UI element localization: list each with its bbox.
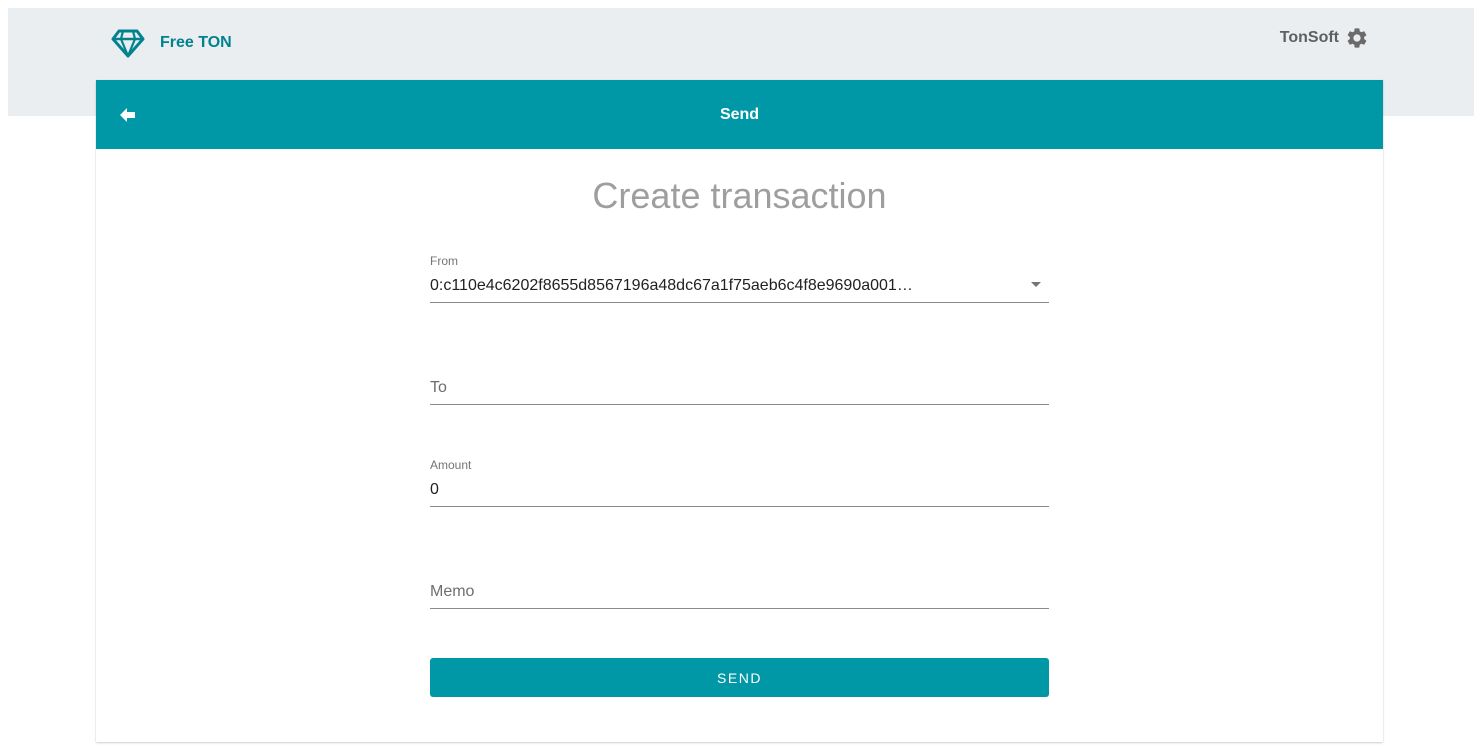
to-field[interactable]: To [430,356,1049,405]
send-card: Send Create transaction From 0:c110e4c62… [96,80,1383,742]
from-value: 0:c110e4c6202f8655d8567196a48dc67a1f75ae… [430,277,913,294]
brand-name: Free TON [160,34,232,51]
memo-placeholder: Memo [430,583,475,600]
amount-label: Amount [430,458,472,472]
amount-value: 0 [430,481,439,498]
memo-field[interactable]: Memo [430,560,1049,609]
gear-icon[interactable] [1345,26,1369,50]
page-title: Create transaction [592,175,887,216]
to-placeholder: To [430,379,447,396]
caret-down-icon [1031,282,1041,287]
diamond-icon [111,29,145,58]
app-bar: Send [96,80,1383,149]
account-area: TonSoft [1280,26,1369,50]
account-name: TonSoft [1279,29,1339,46]
app-bar-title: Send [719,106,760,123]
from-select[interactable]: From 0:c110e4c6202f8655d8567196a48dc67a1… [430,254,1049,303]
from-label: From [430,254,458,268]
amount-field[interactable]: Amount 0 [430,458,1049,507]
top-header: Free TON TonSoft [96,8,1383,80]
send-button[interactable]: SEND [430,658,1049,697]
brand-link[interactable]: Free TON [110,25,232,61]
